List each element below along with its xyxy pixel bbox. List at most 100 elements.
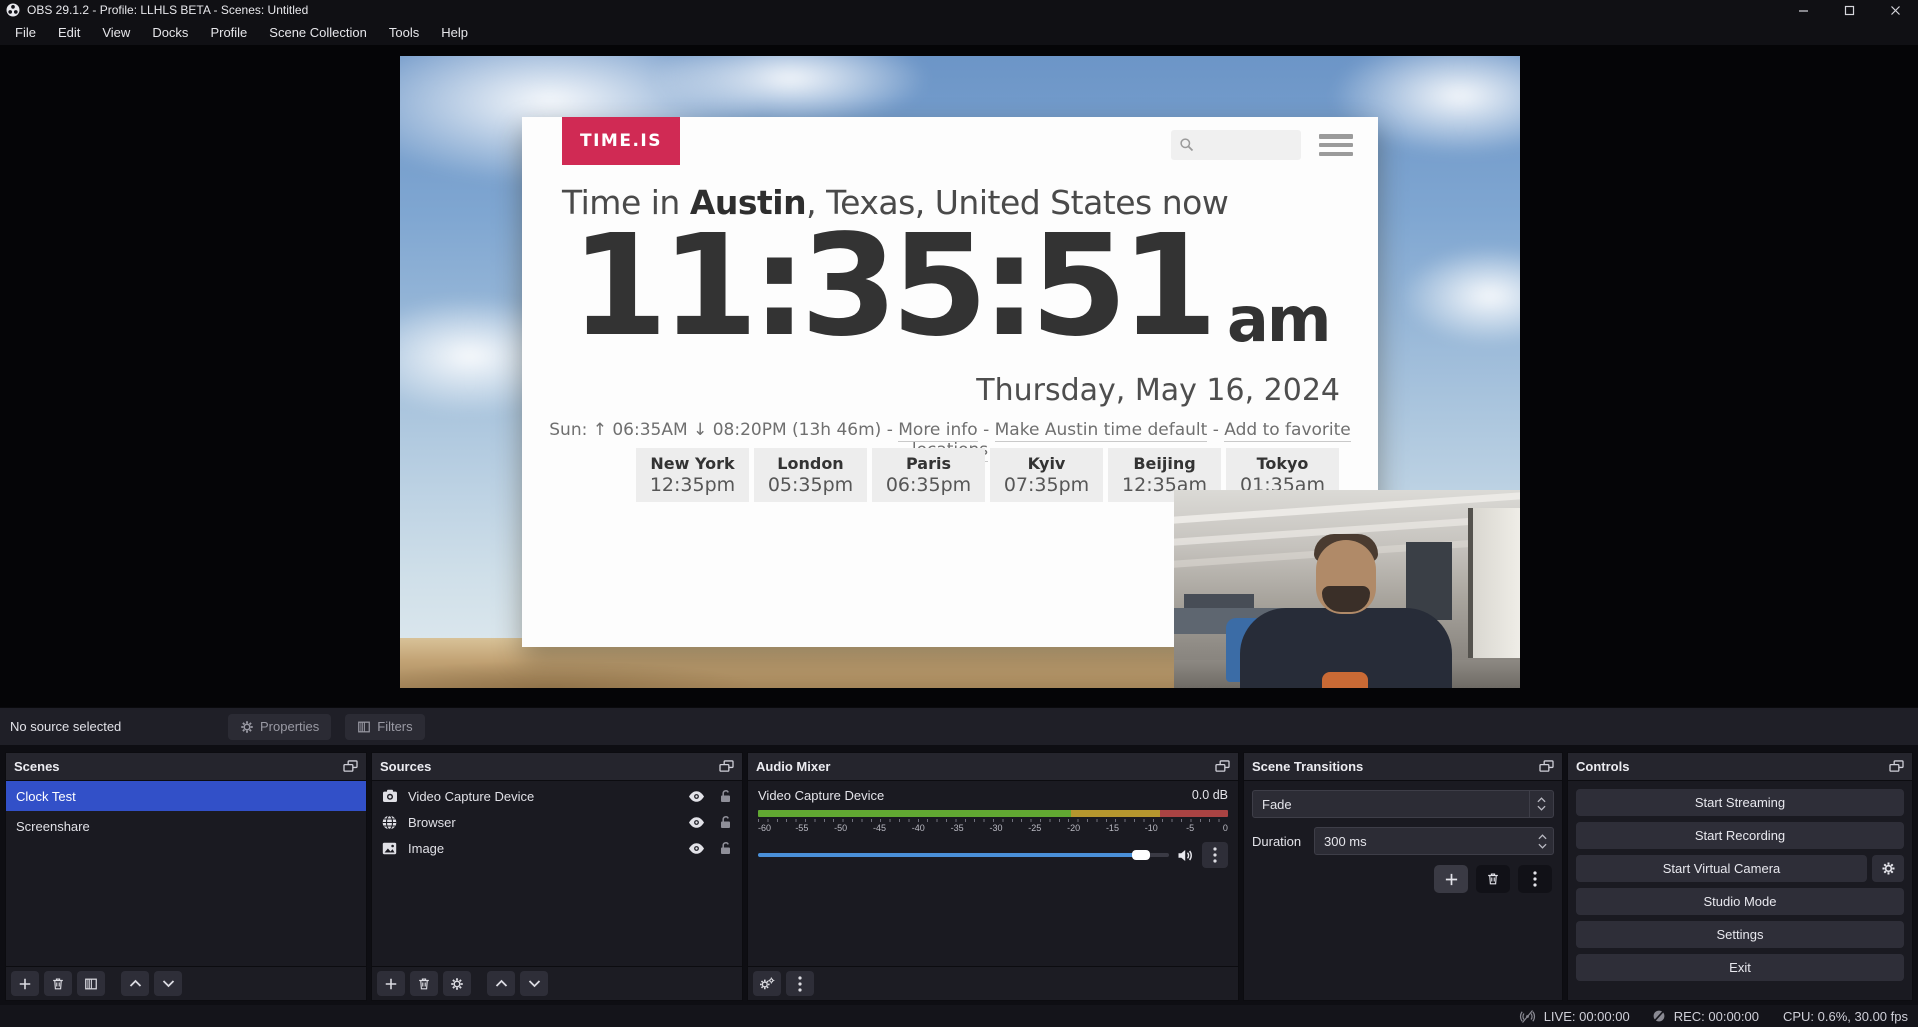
double-gear-icon xyxy=(759,977,775,991)
transition-menu-button[interactable] xyxy=(1518,865,1552,893)
popout-icon[interactable] xyxy=(1539,760,1554,773)
sources-header: Sources xyxy=(372,753,742,781)
scene-item[interactable]: Screenshare xyxy=(6,811,366,841)
source-up-button[interactable] xyxy=(487,971,515,996)
lock-icon[interactable] xyxy=(719,815,732,829)
scenes-toolbar xyxy=(6,966,366,1000)
visibility-eye-icon[interactable] xyxy=(688,790,705,803)
menu-item[interactable]: View xyxy=(91,20,141,45)
scenes-list: Clock TestScreenshare xyxy=(6,781,366,966)
chevron-down-icon xyxy=(162,979,175,988)
virtual-camera-config-button[interactable] xyxy=(1872,855,1904,882)
add-scene-button[interactable] xyxy=(11,971,39,996)
close-button[interactable] xyxy=(1872,0,1918,20)
advanced-audio-button[interactable] xyxy=(753,971,781,996)
studio-mode-button[interactable]: Studio Mode xyxy=(1576,888,1904,915)
duration-spinner[interactable]: 300 ms xyxy=(1314,827,1554,855)
source-item[interactable]: Image xyxy=(372,835,742,861)
clock-time: 11:35:51 xyxy=(571,217,1211,357)
make-default-link: Make Austin time default xyxy=(995,420,1208,442)
popout-icon[interactable] xyxy=(719,760,734,773)
lock-icon[interactable] xyxy=(719,789,732,803)
add-transition-button[interactable] xyxy=(1434,865,1468,893)
remove-source-button[interactable] xyxy=(410,971,438,996)
timeis-search-input xyxy=(1171,130,1301,160)
cpu-fps-stats: CPU: 0.6%, 30.00 fps xyxy=(1783,1009,1908,1024)
remove-transition-button[interactable] xyxy=(1476,865,1510,893)
mixer-channel-menu-button[interactable] xyxy=(1202,842,1228,868)
popout-icon[interactable] xyxy=(1215,760,1230,773)
spin-down-icon[interactable] xyxy=(1538,843,1547,849)
exit-button[interactable]: Exit xyxy=(1576,954,1904,981)
obs-logo-icon xyxy=(6,3,20,17)
city-time-box: London 05:35pm xyxy=(754,448,867,502)
scenes-header: Scenes xyxy=(6,753,366,781)
chevron-up-icon xyxy=(495,979,508,988)
audio-mixer-header: Audio Mixer xyxy=(748,753,1238,781)
cloud xyxy=(1400,246,1520,346)
mixer-toolbar xyxy=(748,966,1238,1000)
settings-button[interactable]: Settings xyxy=(1576,921,1904,948)
menu-item[interactable]: Scene Collection xyxy=(258,20,378,45)
maximize-button[interactable] xyxy=(1826,0,1872,20)
visibility-eye-icon[interactable] xyxy=(688,842,705,855)
start-streaming-button[interactable]: Start Streaming xyxy=(1576,789,1904,816)
source-properties-button[interactable] xyxy=(443,971,471,996)
kebab-menu-icon xyxy=(1213,847,1217,863)
volume-slider[interactable] xyxy=(758,853,1169,857)
mixer-menu-button[interactable] xyxy=(786,971,814,996)
chevron-down-icon xyxy=(528,979,541,988)
menu-item[interactable]: Tools xyxy=(378,20,430,45)
duration-label: Duration xyxy=(1252,834,1314,849)
filters-button[interactable]: Filters xyxy=(345,714,424,740)
menu-item[interactable]: Docks xyxy=(141,20,199,45)
transitions-body: Fade Duration 300 ms xyxy=(1244,781,1562,1000)
trash-icon xyxy=(1486,872,1500,886)
menu-item[interactable]: File xyxy=(4,20,47,45)
visibility-eye-icon[interactable] xyxy=(688,816,705,829)
image-icon xyxy=(382,842,397,855)
dune xyxy=(400,660,760,688)
scene-transitions-panel: Scene Transitions Fade Duration 300 ms xyxy=(1243,752,1563,1001)
minimize-button[interactable] xyxy=(1780,0,1826,20)
properties-button[interactable]: Properties xyxy=(228,714,331,740)
program-canvas[interactable]: TIME.IS Time in Austin, Texas, United St… xyxy=(400,56,1520,688)
mixer-body: Video Capture Device 0.0 dB -60-55-50-45… xyxy=(748,781,1238,966)
scene-item[interactable]: Clock Test xyxy=(6,781,366,811)
menu-item[interactable]: Edit xyxy=(47,20,91,45)
menu-item[interactable]: Help xyxy=(430,20,479,45)
obs-window: OBS 29.1.2 - Profile: LLHLS BETA - Scene… xyxy=(0,0,1918,1027)
volume-slider-handle[interactable] xyxy=(1132,850,1150,860)
status-bar: LIVE: 00:00:00 REC: 00:00:00 CPU: 0.6%, … xyxy=(0,1005,1918,1027)
trash-icon xyxy=(417,977,431,991)
clock-display: 11:35:51 am xyxy=(522,217,1378,357)
start-recording-button[interactable]: Start Recording xyxy=(1576,822,1904,849)
scene-filters-button[interactable] xyxy=(77,971,105,996)
source-down-button[interactable] xyxy=(520,971,548,996)
more-info-link: More info xyxy=(898,420,977,442)
spin-up-icon[interactable] xyxy=(1538,834,1547,840)
popout-icon[interactable] xyxy=(343,760,358,773)
source-item[interactable]: Browser xyxy=(372,809,742,835)
transition-select[interactable]: Fade xyxy=(1252,790,1554,818)
scene-down-button[interactable] xyxy=(154,971,182,996)
menu-item[interactable]: Profile xyxy=(199,20,258,45)
hamburger-menu-icon xyxy=(1319,134,1353,156)
rec-time: REC: 00:00:00 xyxy=(1674,1009,1759,1024)
remove-scene-button[interactable] xyxy=(44,971,72,996)
scene-up-button[interactable] xyxy=(121,971,149,996)
source-item[interactable]: Video Capture Device xyxy=(372,783,742,809)
add-source-button[interactable] xyxy=(377,971,405,996)
office-desk xyxy=(1184,594,1254,608)
menu-bar: FileEditViewDocksProfileScene Collection… xyxy=(0,20,1918,45)
popout-icon[interactable] xyxy=(1889,760,1904,773)
audio-mixer-panel: Audio Mixer Video Capture Device 0.0 dB … xyxy=(747,752,1239,1001)
controls-header: Controls xyxy=(1568,753,1912,781)
meter-tick-labels: -60-55-50-45-40-35-30-25-20-15-10-50 xyxy=(758,823,1228,833)
dock-area: Scenes Clock TestScreenshare Sources xyxy=(0,745,1918,1005)
titlebar: OBS 29.1.2 - Profile: LLHLS BETA - Scene… xyxy=(0,0,1918,20)
lock-icon[interactable] xyxy=(719,841,732,855)
controls-panel: Controls Start Streaming Start Recording… xyxy=(1567,752,1913,1001)
start-virtual-camera-button[interactable]: Start Virtual Camera xyxy=(1576,855,1867,882)
speaker-icon[interactable] xyxy=(1177,848,1194,863)
